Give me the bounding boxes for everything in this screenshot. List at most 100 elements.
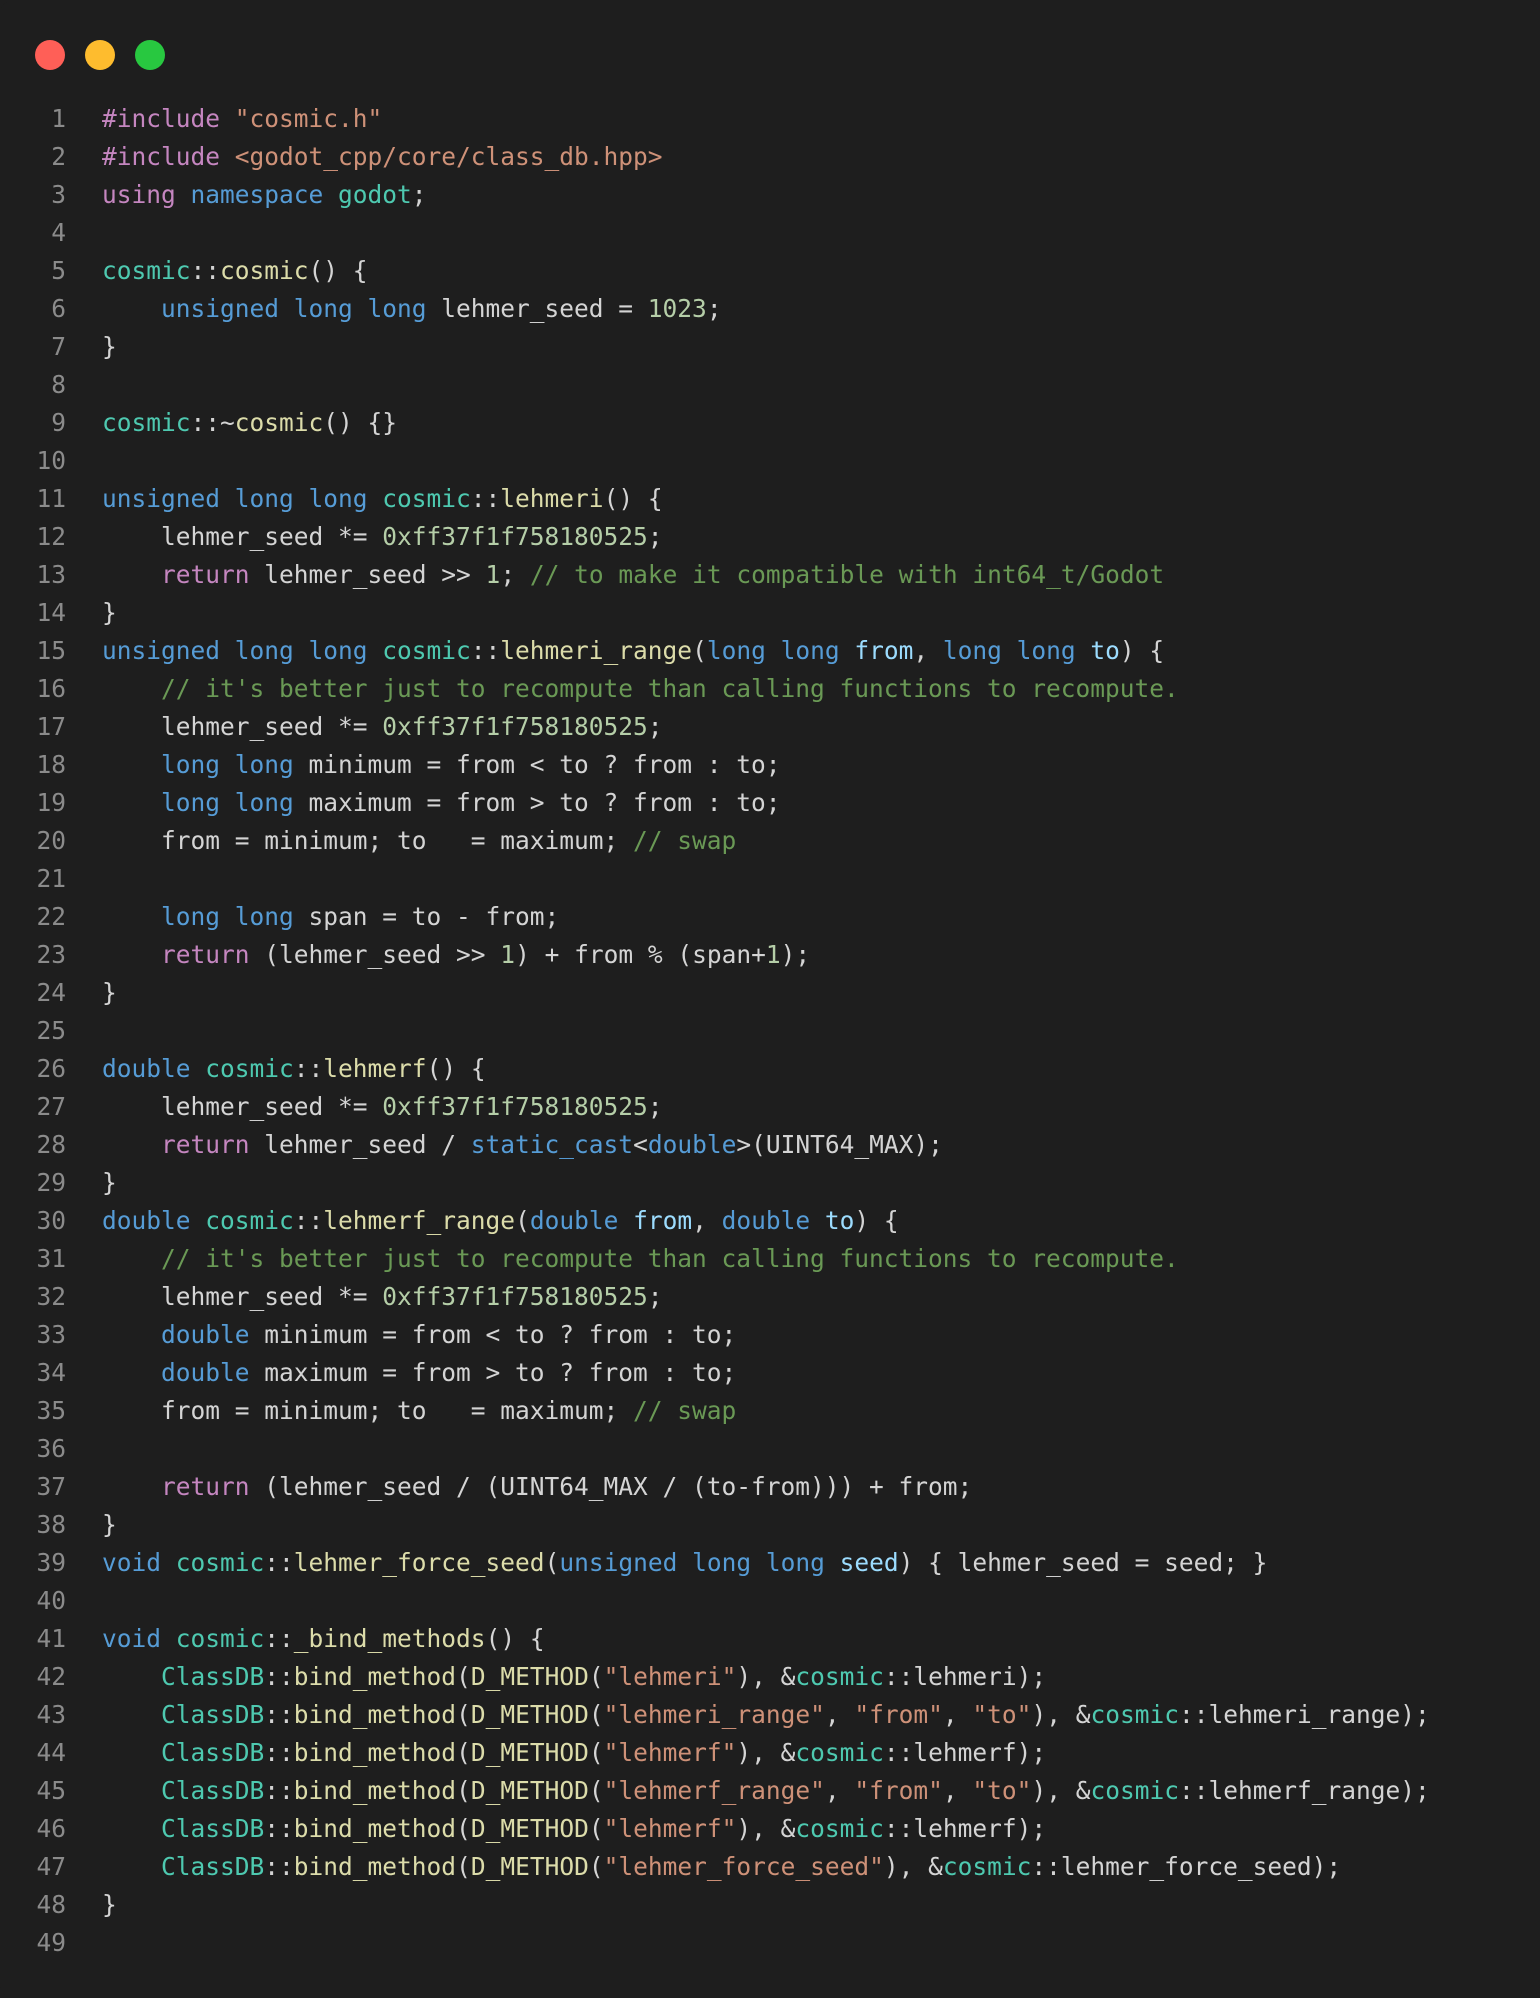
code-token: "lehmeri" (603, 1662, 737, 1691)
line-number: 37 (36, 1472, 66, 1501)
code-token: double (647, 1130, 737, 1159)
code-line: 26 double cosmic::lehmerf() { (0, 1050, 1540, 1088)
code-token: ) { (1119, 636, 1165, 665)
line-text: double cosmic::lehmerf_range(double from… (102, 1202, 899, 1240)
code-token: ( (588, 1700, 604, 1729)
code-token: ); (780, 940, 811, 969)
code-token: , (942, 1776, 973, 1805)
code-window: 1 #include "cosmic.h" 2 #include <godot_cpp… (0, 0, 1540, 1998)
code-token: :: (190, 256, 221, 285)
line-text: ClassDB::bind_method(D_METHOD("lehmeri_r… (102, 1696, 1430, 1734)
line-text: double minimum = from < to ? from : to; (102, 1316, 736, 1354)
code-token: from (633, 1206, 693, 1235)
line-text: ClassDB::bind_method(D_METHOD("lehmerf")… (102, 1734, 1046, 1772)
code-token: ClassDB (161, 1776, 265, 1805)
code-token: unsigned long long (559, 1548, 840, 1577)
code-line: 37 return (lehmer_seed / (UINT64_MAX / (… (0, 1468, 1540, 1506)
code-token: unsigned long long (102, 484, 383, 513)
line-number: 27 (36, 1092, 66, 1121)
code-token: ::lehmerf); (883, 1814, 1047, 1843)
code-token: 1 (500, 940, 516, 969)
code-token: 0xff37f1f758180525 (382, 522, 648, 551)
code-line: 4 (0, 214, 1540, 252)
code-line: 34 double maximum = from > to ? from : t… (0, 1354, 1540, 1392)
code-token: () { (603, 484, 663, 513)
code-token: :: (293, 1206, 324, 1235)
code-token: ( (456, 1814, 471, 1843)
code-token: ; (647, 1092, 663, 1121)
minimize-icon[interactable] (85, 40, 115, 70)
code-line: 36 (0, 1430, 1540, 1468)
code-token: double (102, 1054, 206, 1083)
line-number: 10 (36, 446, 66, 475)
code-token: #include (102, 142, 235, 171)
line-number: 22 (36, 902, 66, 931)
code-line: 14} (0, 594, 1540, 632)
code-token: long long (942, 636, 1091, 665)
line-number: 38 (36, 1510, 66, 1539)
line-text: ClassDB::bind_method(D_METHOD("lehmerf_r… (102, 1772, 1430, 1810)
line-text: lehmer_seed *= 0xff37f1f758180525; (102, 518, 663, 556)
code-token: void (102, 1548, 176, 1577)
code-token: "to" (972, 1700, 1032, 1729)
code-token: cosmic (1090, 1700, 1179, 1729)
code-token: cosmic (795, 1662, 884, 1691)
code-line: 28 return lehmer_seed / static_cast<doub… (0, 1126, 1540, 1164)
line-number: 32 (36, 1282, 66, 1311)
line-number: 23 (36, 940, 66, 969)
code-line: 2 #include <godot_cpp/core/class_db.hpp> (0, 138, 1540, 176)
line-number: 2 (51, 142, 66, 171)
line-text: void cosmic::_bind_methods() { (102, 1620, 545, 1658)
code-token: ; (647, 712, 663, 741)
code-line: 3 using namespace godot; (0, 176, 1540, 214)
code-token: :: (264, 1624, 294, 1653)
code-line: 27 lehmer_seed *= 0xff37f1f758180525; (0, 1088, 1540, 1126)
code-line: 12 lehmer_seed *= 0xff37f1f758180525; (0, 518, 1540, 556)
code-line: 35 from = minimum; to = maximum; // swap (0, 1392, 1540, 1430)
code-line: 11 unsigned long long cosmic::lehmeri() { (0, 480, 1540, 518)
code-token: } (102, 978, 117, 1007)
code-token: double (102, 1206, 206, 1235)
code-token: ::lehmerf_range); (1178, 1776, 1430, 1805)
code-token: 1 (485, 560, 501, 589)
code-token: return (161, 1130, 265, 1159)
code-token: // swap (633, 826, 737, 855)
code-token: ClassDB (161, 1814, 265, 1843)
code-line: 48} (0, 1886, 1540, 1924)
line-text: lehmer_seed *= 0xff37f1f758180525; (102, 708, 663, 746)
code-token: :: (264, 1814, 294, 1843)
code-token: } (102, 1890, 117, 1919)
code-line: 31 // it's better just to recompute than… (0, 1240, 1540, 1278)
line-number: 49 (36, 1928, 66, 1957)
code-token: cosmic (102, 256, 191, 285)
code-token: D_METHOD (470, 1662, 589, 1691)
code-token: "lehmerf_range" (603, 1776, 825, 1805)
line-number: 12 (36, 522, 66, 551)
code-token: seed (839, 1548, 899, 1577)
line-number: 3 (51, 180, 66, 209)
code-token: double (161, 1320, 265, 1349)
code-token: () {} (323, 408, 398, 437)
code-token: :: (264, 1776, 294, 1805)
code-token: double (721, 1206, 825, 1235)
code-line: 30 double cosmic::lehmerf_range(double fr… (0, 1202, 1540, 1240)
line-number: 20 (36, 826, 66, 855)
line-text: cosmic::cosmic() { (102, 252, 368, 290)
code-token: () { (485, 1624, 545, 1653)
zoom-icon[interactable] (135, 40, 165, 70)
line-text: long long minimum = from < to ? from : t… (102, 746, 781, 784)
line-number: 9 (51, 408, 66, 437)
code-line: 46 ClassDB::bind_method(D_METHOD("lehmer… (0, 1810, 1540, 1848)
code-token: cosmic (205, 1054, 294, 1083)
code-token: minimum = from < to ? from : to; (264, 1320, 737, 1349)
code-editor[interactable]: 1 #include "cosmic.h" 2 #include <godot_cpp… (0, 100, 1540, 1962)
close-icon[interactable] (35, 40, 65, 70)
code-token: D_METHOD (470, 1814, 589, 1843)
code-token: } (102, 1510, 117, 1539)
code-line: 29} (0, 1164, 1540, 1202)
